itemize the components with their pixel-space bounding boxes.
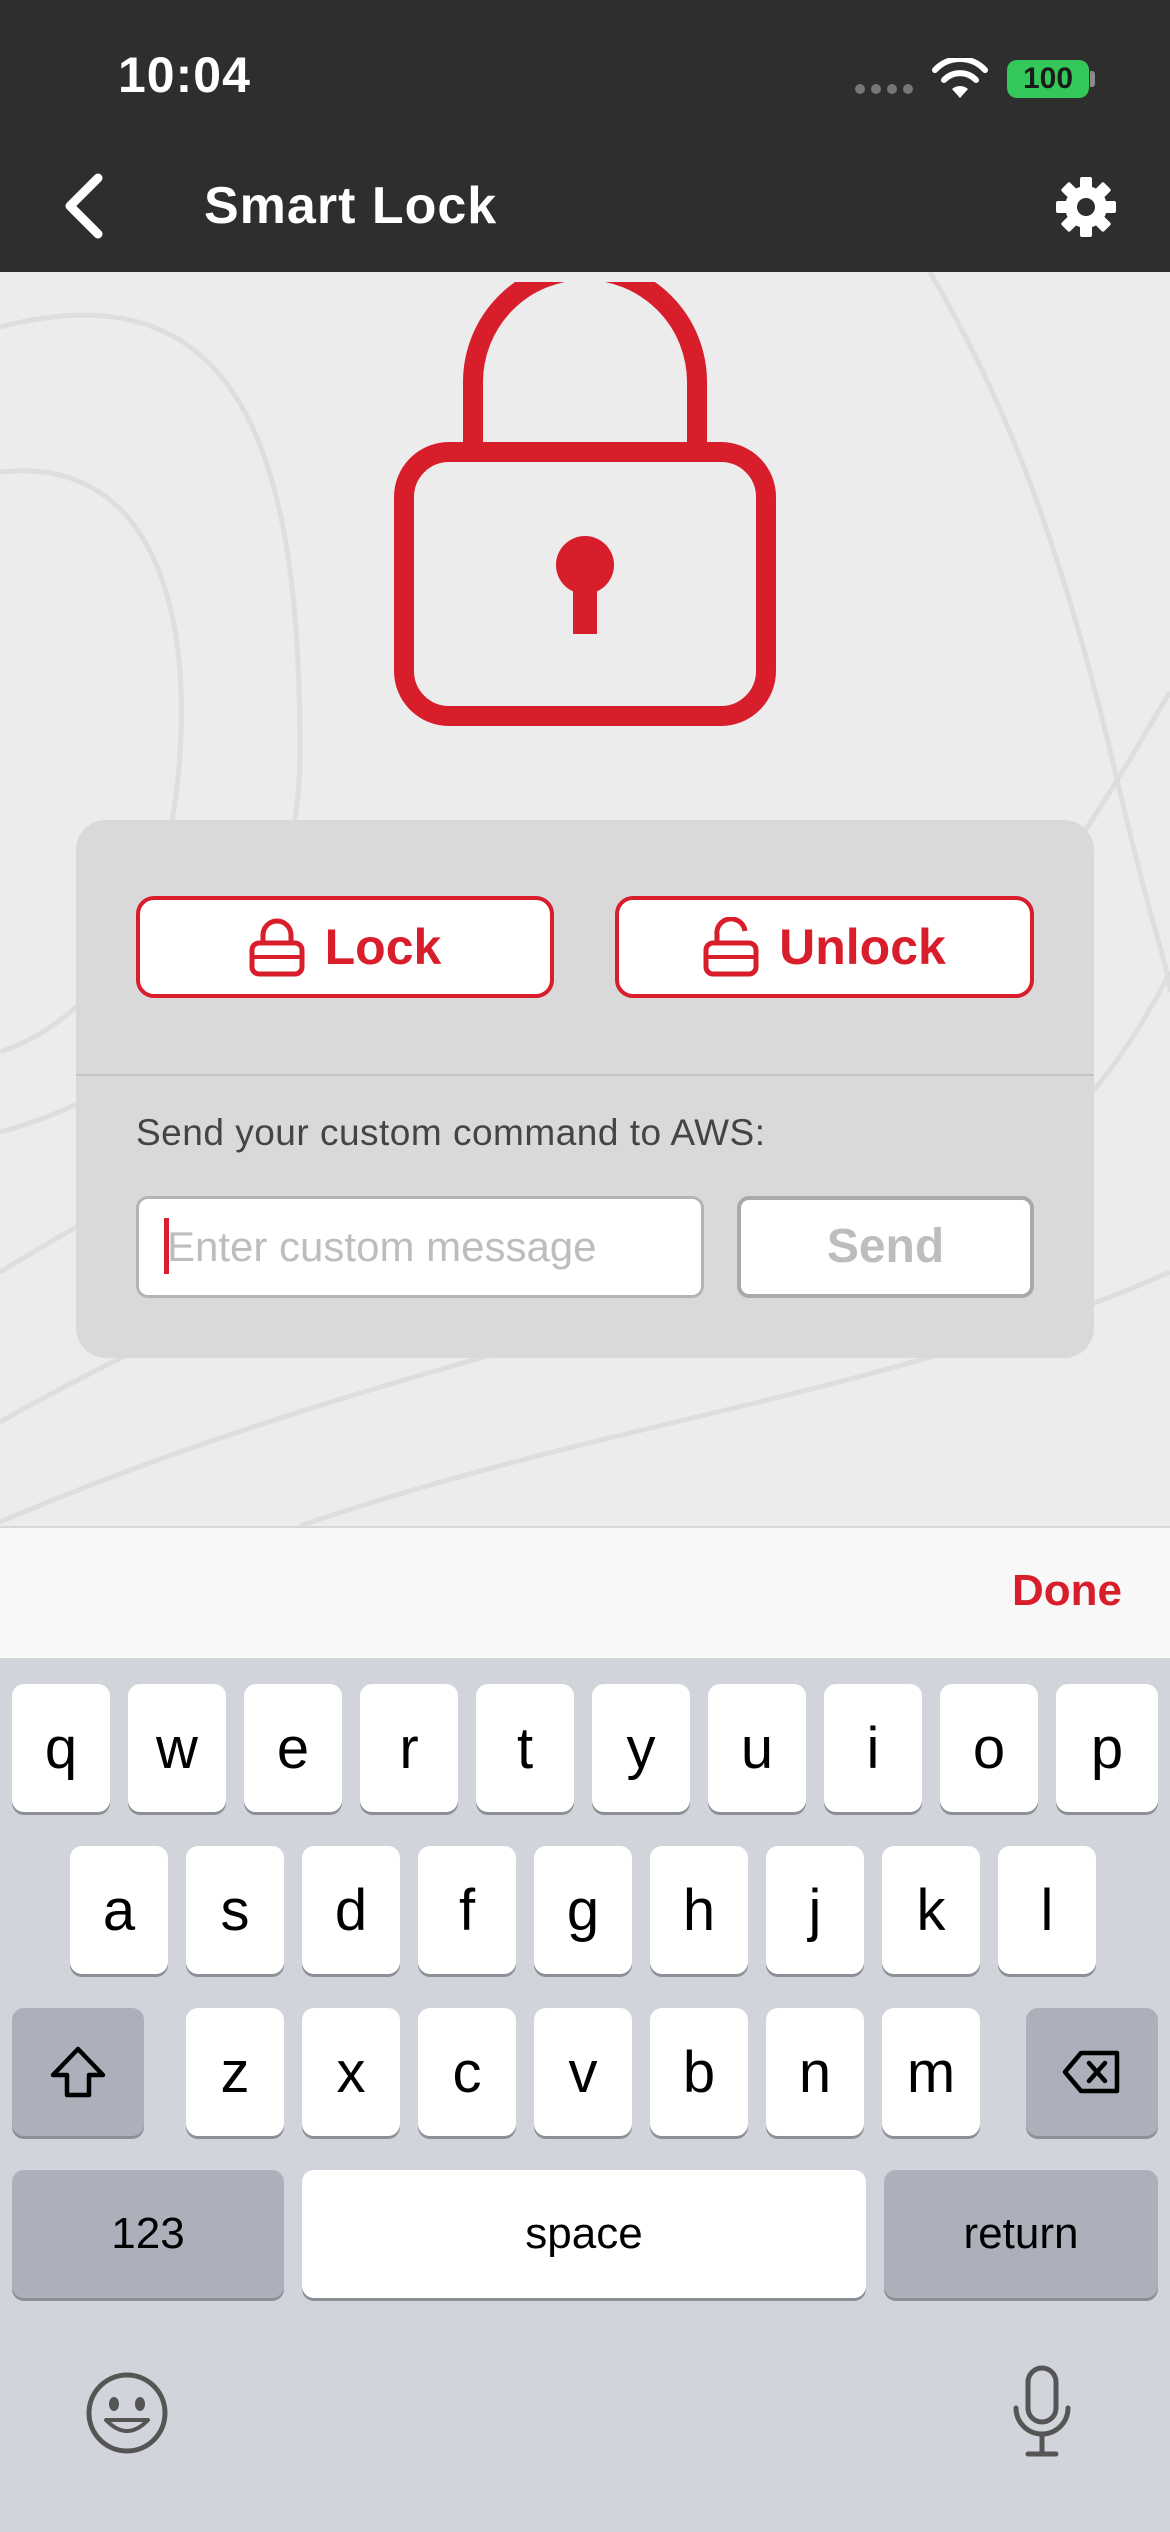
key-e[interactable]: e bbox=[244, 1684, 342, 1812]
lock-button-label: Lock bbox=[324, 919, 442, 975]
key-k[interactable]: k bbox=[882, 1846, 980, 1974]
key-g[interactable]: g bbox=[534, 1846, 632, 1974]
keyboard: q w e r t y u i o p a s d f g h j k l z … bbox=[0, 1658, 1170, 2532]
text-cursor bbox=[164, 1218, 169, 1274]
key-p[interactable]: p bbox=[1056, 1684, 1158, 1812]
gear-icon[interactable] bbox=[1054, 175, 1118, 239]
key-t[interactable]: t bbox=[476, 1684, 574, 1812]
key-s[interactable]: s bbox=[186, 1846, 284, 1974]
backspace-icon bbox=[1062, 2050, 1120, 2094]
aws-command-label: Send your custom command to AWS: bbox=[136, 1112, 766, 1153]
top-bar: 10:04 100 Smart Lock bbox=[0, 0, 1170, 272]
key-z[interactable]: z bbox=[186, 2008, 284, 2136]
cellular-signal-icon bbox=[855, 84, 913, 94]
key-j[interactable]: j bbox=[766, 1846, 864, 1974]
microphone-icon[interactable] bbox=[1006, 2362, 1078, 2462]
wifi-icon bbox=[932, 58, 988, 98]
battery-indicator: 100 bbox=[1007, 60, 1089, 98]
custom-message-input[interactable] bbox=[136, 1196, 704, 1298]
lock-closed-icon bbox=[249, 918, 305, 977]
key-c[interactable]: c bbox=[418, 2008, 516, 2136]
key-v[interactable]: v bbox=[534, 2008, 632, 2136]
key-b[interactable]: b bbox=[650, 2008, 748, 2136]
numbers-key[interactable]: 123 bbox=[12, 2170, 284, 2298]
space-key[interactable]: space bbox=[302, 2170, 866, 2298]
key-r[interactable]: r bbox=[360, 1684, 458, 1812]
unlock-button-label: Unlock bbox=[779, 919, 946, 975]
key-x[interactable]: x bbox=[302, 2008, 400, 2136]
key-q[interactable]: q bbox=[12, 1684, 110, 1812]
key-n[interactable]: n bbox=[766, 2008, 864, 2136]
card-divider bbox=[76, 1074, 1094, 1076]
lock-button[interactable]: Lock bbox=[136, 896, 554, 998]
key-y[interactable]: y bbox=[592, 1684, 690, 1812]
lock-open-icon bbox=[703, 917, 759, 977]
key-u[interactable]: u bbox=[708, 1684, 806, 1812]
emoji-icon[interactable] bbox=[84, 2370, 170, 2456]
key-a[interactable]: a bbox=[70, 1846, 168, 1974]
done-button[interactable]: Done bbox=[1012, 1566, 1122, 1616]
status-time: 10:04 bbox=[118, 47, 251, 103]
key-d[interactable]: d bbox=[302, 1846, 400, 1974]
shift-arrow-icon bbox=[50, 2046, 106, 2098]
page-title: Smart Lock bbox=[204, 177, 498, 235]
key-o[interactable]: o bbox=[940, 1684, 1038, 1812]
key-f[interactable]: f bbox=[418, 1846, 516, 1974]
backspace-key[interactable] bbox=[1026, 2008, 1158, 2136]
back-arrow-icon[interactable] bbox=[58, 170, 110, 242]
key-w[interactable]: w bbox=[128, 1684, 226, 1812]
return-key[interactable]: return bbox=[884, 2170, 1158, 2298]
key-l[interactable]: l bbox=[998, 1846, 1096, 1974]
key-i[interactable]: i bbox=[824, 1684, 922, 1812]
keyboard-accessory-bar: Done bbox=[0, 1526, 1170, 1658]
unlock-button[interactable]: Unlock bbox=[615, 896, 1034, 998]
send-button[interactable]: Send bbox=[737, 1196, 1034, 1298]
key-m[interactable]: m bbox=[882, 2008, 980, 2136]
battery-tip bbox=[1090, 71, 1095, 87]
padlock-illustration-icon bbox=[394, 282, 776, 726]
key-h[interactable]: h bbox=[650, 1846, 748, 1974]
shift-key[interactable] bbox=[12, 2008, 144, 2136]
